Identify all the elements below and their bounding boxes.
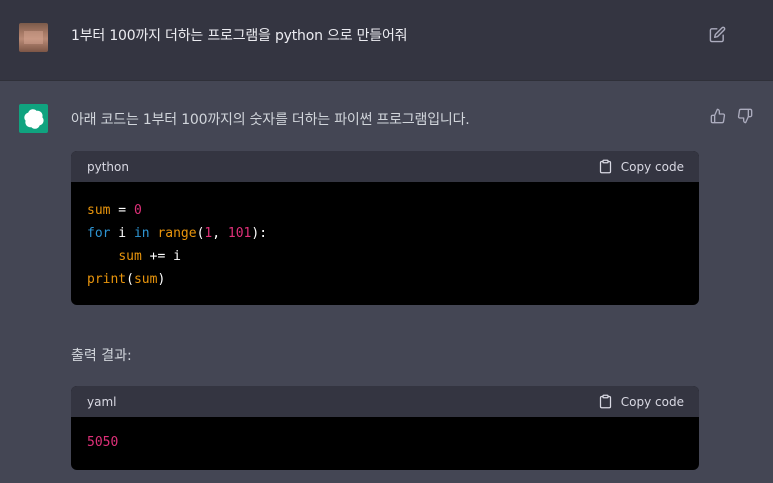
code-block-yaml: yaml Copy code 5050 (71, 386, 699, 470)
code-line: for i in range(1, 101): (87, 226, 267, 241)
code-line: print(sum) (87, 272, 165, 287)
code-language-label: yaml (87, 394, 117, 409)
code-token: sum (133, 272, 158, 287)
code-block-header: yaml Copy code (71, 386, 699, 417)
thumbs-down-icon[interactable] (737, 108, 753, 124)
copy-code-label: Copy code (620, 394, 684, 409)
clipboard-icon (599, 394, 611, 409)
code-line: sum += i (87, 249, 181, 264)
code-token: sum (118, 249, 142, 264)
code-block-header: python Copy code (71, 151, 699, 182)
code-token: , (212, 226, 228, 241)
code-token: sum (87, 203, 111, 218)
code-block-python: python Copy code sum = 0 for i in range(… (71, 151, 699, 305)
assistant-intro-text: 아래 코드는 1부터 100까지의 숫자를 더하는 파이썬 프로그램입니다. (71, 112, 470, 128)
code-token: += i (141, 249, 181, 264)
user-message-text: 1부터 100까지 더하는 프로그램을 python 으로 만들어줘 (71, 28, 408, 44)
edit-icon[interactable] (709, 26, 726, 43)
code-token: ): (251, 226, 268, 241)
code-token: range (157, 226, 197, 241)
code-token: 101 (227, 226, 252, 241)
code-language-label: python (87, 159, 129, 174)
code-line: sum = 0 (87, 203, 142, 218)
chatgpt-logo-icon (19, 104, 48, 133)
code-token: for (87, 226, 111, 241)
code-token: ( (126, 272, 134, 287)
thumbs-up-icon[interactable] (710, 108, 726, 124)
code-token: in (133, 226, 150, 241)
code-line: 5050 (87, 435, 119, 450)
code-body: 5050 (71, 417, 699, 470)
code-token: i (110, 226, 134, 241)
user-message-row: 1부터 100까지 더하는 프로그램을 python 으로 만들어줘 (0, 0, 773, 81)
copy-code-label: Copy code (620, 159, 684, 174)
copy-code-button[interactable]: Copy code (598, 394, 684, 409)
code-token: 0 (133, 203, 142, 218)
assistant-message-row: 아래 코드는 1부터 100까지의 숫자를 더하는 파이썬 프로그램입니다. p… (0, 81, 773, 483)
clipboard-icon (599, 159, 611, 174)
output-label: 출력 결과: (71, 348, 132, 364)
code-body: sum = 0 for i in range(1, 101): sum += i… (71, 182, 699, 305)
user-avatar (19, 23, 48, 52)
code-token: ) (157, 272, 166, 287)
copy-code-button[interactable]: Copy code (598, 159, 684, 174)
code-token: print (87, 272, 127, 287)
code-token: = (110, 203, 134, 218)
